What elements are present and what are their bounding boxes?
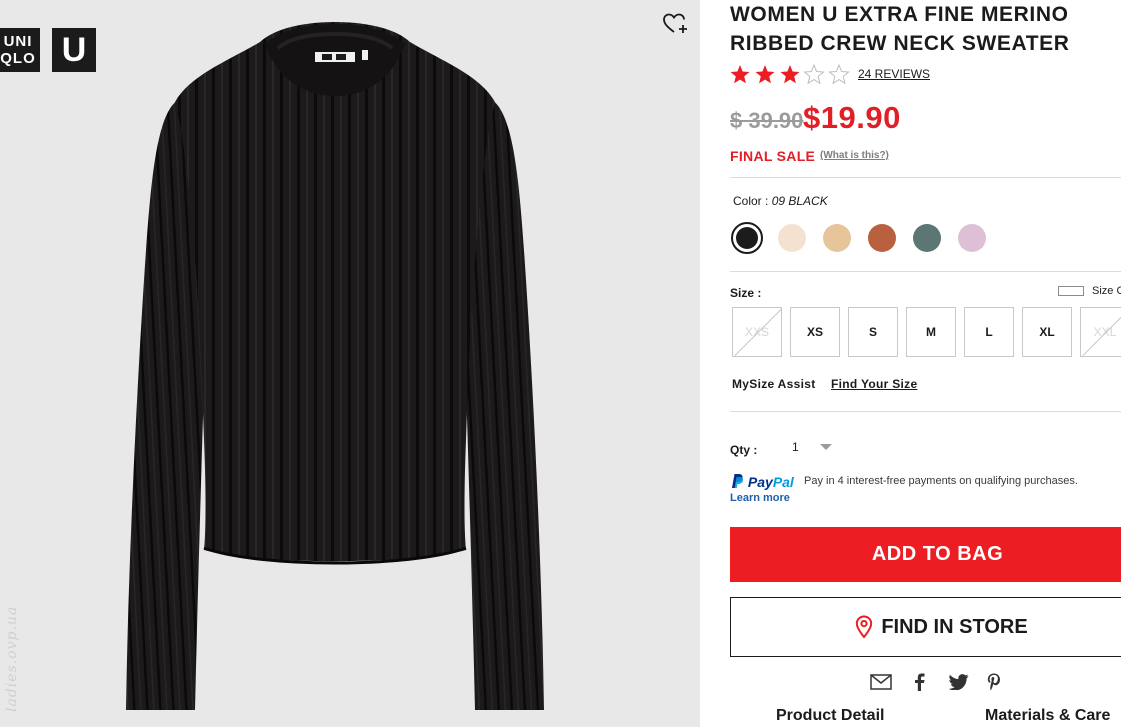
color-swatch-brown[interactable]	[868, 224, 896, 252]
color-swatch-beige[interactable]	[823, 224, 851, 252]
selected-color-name: 09 BLACK	[771, 194, 828, 208]
divider	[730, 411, 1121, 412]
rating-stars[interactable]	[730, 63, 855, 89]
wishlist-heart-icon[interactable]	[662, 12, 688, 36]
color-label: Color : 09 BLACK	[733, 194, 828, 208]
tab-product-detail[interactable]: Product Detail	[776, 707, 884, 725]
learn-more-link[interactable]: Learn more	[730, 492, 790, 504]
color-swatch-natural[interactable]	[778, 224, 806, 252]
divider	[730, 177, 1121, 178]
final-sale-label: FINAL SALE	[730, 148, 816, 164]
chevron-down-icon[interactable]	[820, 444, 832, 450]
size-option-xs[interactable]: XS	[790, 307, 840, 357]
email-icon[interactable]	[870, 671, 892, 693]
find-in-store-button[interactable]: FIND IN STORE	[730, 597, 1121, 657]
mysize-assist-label: MySize Assist	[732, 377, 816, 391]
add-to-bag-button[interactable]: ADD TO BAG	[730, 527, 1121, 582]
product-title: WOMEN U EXTRA FINE MERINO RIBBED CREW NE…	[730, 3, 1070, 55]
size-option-xxl: XXL	[1080, 307, 1121, 357]
uniqlo-logo: UNI QLO	[0, 28, 40, 72]
size-option-xl[interactable]: XL	[1022, 307, 1072, 357]
size-option-s[interactable]: S	[848, 307, 898, 357]
size-chart-link[interactable]: Size C	[1058, 285, 1121, 297]
original-price: $ 39.90	[730, 108, 804, 133]
find-your-size-link[interactable]: Find Your Size	[831, 377, 917, 391]
tab-materials-care[interactable]: Materials & Care	[985, 707, 1110, 725]
size-option-xxs: XXS	[732, 307, 782, 357]
facebook-icon[interactable]	[908, 671, 930, 693]
size-option-m[interactable]: M	[906, 307, 956, 357]
paypal-logo: PayPal	[730, 473, 794, 491]
paypal-message: Pay in 4 interest-free payments on quali…	[804, 475, 1078, 487]
watermark-text: ladies.ovp.ua	[4, 605, 20, 712]
ruler-icon	[1058, 286, 1084, 297]
color-swatch-pink[interactable]	[958, 224, 986, 252]
size-label: Size :	[730, 286, 762, 300]
u-line-logo: U	[52, 28, 96, 72]
find-in-store-label: FIND IN STORE	[881, 615, 1028, 638]
qty-label: Qty :	[730, 443, 758, 457]
color-swatch-green[interactable]	[913, 224, 941, 252]
divider	[730, 271, 1121, 272]
color-swatch-black[interactable]	[731, 222, 763, 254]
product-info-panel: WOMEN U EXTRA FINE MERINO RIBBED CREW NE…	[730, 0, 1121, 727]
product-image-area: UNI QLO U ladies.ovp.ua	[0, 0, 700, 727]
pinterest-icon[interactable]	[983, 671, 1005, 693]
what-is-this-link[interactable]: (What is this?)	[820, 150, 889, 161]
paypal-icon	[732, 474, 744, 488]
sweater-product-image	[126, 22, 544, 710]
reviews-link[interactable]: 24 REVIEWS	[858, 67, 930, 81]
size-option-l[interactable]: L	[964, 307, 1014, 357]
location-pin-icon	[856, 615, 873, 639]
twitter-icon[interactable]	[948, 671, 970, 693]
qty-select[interactable]: 1	[792, 440, 799, 454]
sale-price: $19.90	[803, 100, 901, 135]
